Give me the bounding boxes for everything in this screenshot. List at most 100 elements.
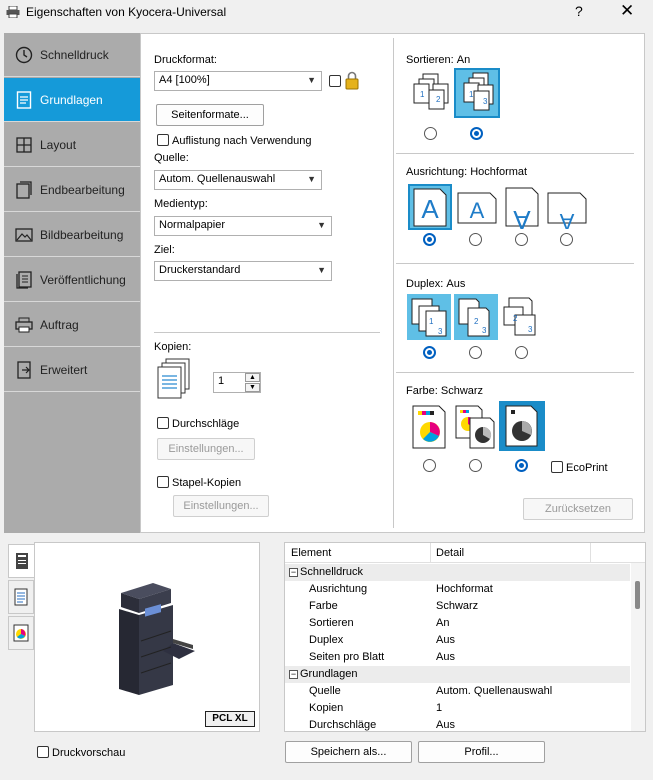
cell-element: Kopien bbox=[309, 702, 344, 714]
svg-text:1: 1 bbox=[429, 317, 434, 326]
duplex-short-radio[interactable] bbox=[515, 346, 528, 359]
sidebar-item-schnelldruck[interactable]: Schnelldruck bbox=[4, 33, 140, 77]
cell-element: Sortieren bbox=[309, 617, 354, 629]
divider bbox=[396, 372, 634, 373]
printer-preview-pane: PCL XL bbox=[34, 542, 260, 732]
speichern-als-button[interactable]: Speichern als... bbox=[285, 741, 412, 763]
table-section-row[interactable]: − Grundlagen bbox=[285, 666, 630, 683]
sidebar-item-label: Endbearbeitung bbox=[40, 182, 125, 197]
einstellungen-button-2[interactable]: Einstellungen... bbox=[173, 495, 269, 517]
sidebar-item-layout[interactable]: Layout bbox=[4, 123, 140, 167]
sort-off-radio[interactable] bbox=[424, 127, 437, 140]
scrollbar-thumb[interactable] bbox=[635, 581, 640, 609]
druckvorschau-checkbox[interactable] bbox=[37, 746, 49, 758]
sidebar-item-label: Veröffentlichung bbox=[40, 272, 126, 287]
table-row[interactable]: Ausrichtung Hochformat bbox=[285, 581, 630, 598]
seitenformate-button[interactable]: Seitenformate... bbox=[156, 104, 264, 126]
table-row[interactable]: Kopien 1 bbox=[285, 700, 630, 717]
table-section-row[interactable]: − Schnelldruck bbox=[285, 564, 630, 581]
help-button[interactable]: ? bbox=[575, 3, 583, 19]
black-white-radio[interactable] bbox=[515, 459, 528, 472]
sidebar-item-label: Schnelldruck bbox=[40, 47, 109, 62]
cell-element: Durchschläge bbox=[309, 719, 377, 731]
svg-text:3: 3 bbox=[528, 325, 533, 334]
sidebar-item-endbearbeitung[interactable]: Endbearbeitung bbox=[4, 168, 140, 212]
color-combo-icon[interactable] bbox=[454, 404, 496, 450]
medientyp-select[interactable]: Normalpapier ▼ bbox=[154, 216, 332, 236]
table-scrollbar[interactable] bbox=[631, 563, 645, 731]
duplex-off-radio[interactable] bbox=[423, 346, 436, 359]
collapse-icon[interactable]: − bbox=[289, 568, 298, 577]
table-row[interactable]: Duplex Aus bbox=[285, 632, 630, 649]
lock-icon bbox=[345, 71, 359, 90]
svg-text:2: 2 bbox=[474, 317, 479, 326]
durchschlaege-checkbox[interactable] bbox=[157, 417, 169, 429]
tab-page-preview[interactable] bbox=[8, 580, 34, 614]
table-row[interactable]: Quelle Autom. Quellenauswahl bbox=[285, 683, 630, 700]
duplex-short-edge-icon[interactable]: 2 3 bbox=[501, 295, 543, 339]
sidebar-item-veroeffentlichung[interactable]: Veröffentlichung bbox=[4, 258, 140, 302]
sidebar-item-auftrag[interactable]: Auftrag bbox=[4, 303, 140, 347]
sidebar-item-grundlagen[interactable]: Grundlagen bbox=[4, 78, 140, 122]
close-button[interactable]: ✕ bbox=[620, 1, 634, 21]
sort-on-radio[interactable] bbox=[470, 127, 483, 140]
orientation-portrait-tile[interactable]: A bbox=[408, 184, 452, 230]
ecoprint-checkbox[interactable] bbox=[551, 461, 563, 473]
black-white-tile[interactable] bbox=[499, 401, 545, 451]
duplex-long-tile[interactable]: 2 3 bbox=[454, 294, 498, 340]
column-header-element[interactable]: Element bbox=[291, 547, 331, 559]
orientation-portrait-radio[interactable] bbox=[423, 233, 436, 246]
svg-text:2: 2 bbox=[513, 314, 518, 323]
sidebar-item-erweitert[interactable]: Erweitert bbox=[4, 348, 140, 392]
finishing-icon bbox=[14, 180, 34, 200]
sidebar: Schnelldruck Grundlagen Layout Endbearbe… bbox=[4, 33, 140, 533]
druckformat-value: A4 [100%] bbox=[159, 74, 210, 86]
title-bar: Eigenschaften von Kyocera-Universal ? ✕ bbox=[0, 0, 653, 26]
druckformat-checkbox[interactable] bbox=[329, 75, 341, 87]
column-header-detail[interactable]: Detail bbox=[436, 547, 464, 559]
sidebar-item-bildbearbeitung[interactable]: Bildbearbeitung bbox=[4, 213, 140, 257]
orientation-landscape-rotated-radio[interactable] bbox=[560, 233, 573, 246]
svg-text:1: 1 bbox=[420, 90, 425, 99]
farbe-label: Farbe: Schwarz bbox=[406, 385, 484, 397]
color-radio[interactable] bbox=[423, 459, 436, 472]
pcl-badge: PCL XL bbox=[205, 711, 255, 727]
advanced-icon bbox=[14, 360, 34, 380]
portrait-rotated-icon[interactable]: A bbox=[503, 185, 541, 229]
color-combo-radio[interactable] bbox=[469, 459, 482, 472]
orientation-portrait-rotated-radio[interactable] bbox=[515, 233, 528, 246]
publishing-icon bbox=[14, 270, 34, 290]
table-row[interactable]: Seiten pro Blatt Aus bbox=[285, 649, 630, 666]
orientation-landscape-radio[interactable] bbox=[469, 233, 482, 246]
profil-button[interactable]: Profil... bbox=[418, 741, 545, 763]
black-white-icon bbox=[505, 405, 538, 447]
quelle-select[interactable]: Autom. Quellenauswahl ▼ bbox=[154, 170, 322, 190]
duplex-off-tile[interactable]: 1 3 bbox=[407, 294, 451, 340]
cell-detail: Aus bbox=[436, 719, 455, 731]
table-row[interactable]: Farbe Schwarz bbox=[285, 598, 630, 615]
color-print-icon[interactable] bbox=[409, 404, 449, 450]
copies-icon bbox=[157, 358, 190, 399]
ziel-select[interactable]: Druckerstandard ▼ bbox=[154, 261, 332, 281]
ziel-label: Ziel: bbox=[154, 244, 175, 256]
collapse-icon[interactable]: − bbox=[289, 670, 298, 679]
tab-color-preview[interactable] bbox=[8, 616, 34, 650]
chevron-down-icon: ▼ bbox=[317, 265, 326, 275]
column-divider bbox=[393, 38, 394, 528]
stepper-up-icon[interactable]: ▲ bbox=[245, 373, 260, 382]
tab-printer-preview[interactable] bbox=[8, 544, 35, 578]
table-row[interactable]: Sortieren An bbox=[285, 615, 630, 632]
stapel-checkbox[interactable] bbox=[157, 476, 169, 488]
sidebar-item-label: Layout bbox=[40, 137, 77, 152]
einstellungen-button-1[interactable]: Einstellungen... bbox=[157, 438, 255, 460]
druckformat-select[interactable]: A4 [100%] ▼ bbox=[154, 71, 322, 91]
zuruecksetzen-button[interactable]: Zurücksetzen bbox=[523, 498, 633, 520]
landscape-rotated-icon[interactable]: A bbox=[546, 185, 588, 229]
table-row[interactable]: Durchschläge Aus bbox=[285, 717, 630, 731]
duplex-long-radio[interactable] bbox=[469, 346, 482, 359]
sort-off-tile[interactable]: 1 2 bbox=[409, 70, 453, 116]
landscape-icon[interactable]: A bbox=[456, 185, 498, 229]
stepper-down-icon[interactable]: ▼ bbox=[245, 383, 260, 392]
auflistung-checkbox[interactable] bbox=[157, 134, 169, 146]
sort-on-tile[interactable]: 1 3 bbox=[454, 68, 500, 118]
